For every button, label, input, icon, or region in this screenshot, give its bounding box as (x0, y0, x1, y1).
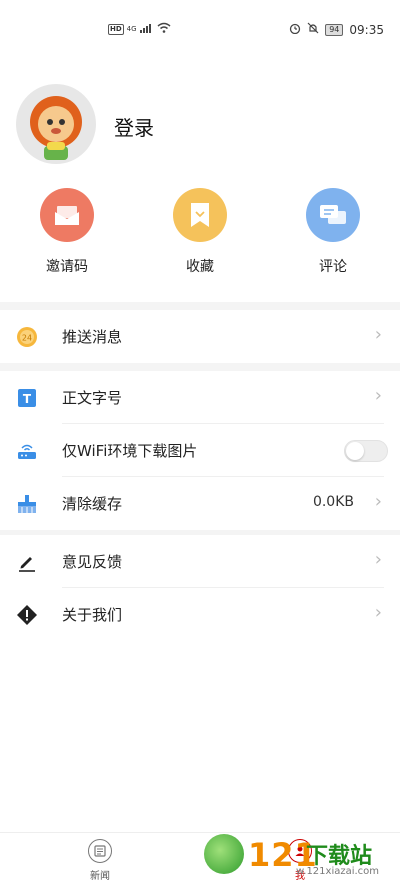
mute-bell-icon (307, 22, 319, 37)
chevron-right-icon: › (374, 385, 382, 406)
lion-mascot-icon (30, 96, 82, 160)
svg-text:T: T (23, 392, 32, 406)
watermark-url: w.121xiazai.com (296, 866, 380, 877)
menu-about[interactable]: 关于我们 › (0, 588, 400, 641)
menu-push-messages[interactable]: 24 推送消息 › (0, 310, 400, 363)
feedback-label: 意见反馈 (62, 553, 123, 571)
favorites-label: 收藏 (186, 259, 214, 275)
push-messages-label: 推送消息 (62, 328, 123, 346)
font-size-label: 正文字号 (62, 389, 123, 407)
info-diamond-icon (16, 604, 38, 626)
login-label[interactable]: 登录 (114, 112, 154, 141)
text-size-icon: T (16, 387, 38, 409)
chevron-right-icon: › (374, 602, 382, 623)
tab-news[interactable]: 新闻 (70, 839, 130, 882)
chat-icon (306, 188, 360, 242)
pencil-icon (16, 551, 38, 573)
clock: 09:35 (349, 22, 384, 37)
wifi-images-toggle[interactable] (344, 440, 388, 462)
tab-news-label: 新闻 (90, 871, 110, 882)
section-divider (0, 363, 400, 371)
watermark-logo: 121 下载站 w.121xiazai.com (200, 834, 400, 882)
network-type: 4G (126, 25, 137, 33)
comments-label: 评论 (319, 259, 347, 275)
wifi-images-label: 仅WiFi环境下载图片 (62, 442, 198, 460)
chevron-right-icon: › (374, 324, 382, 345)
news-icon (88, 839, 112, 863)
chevron-right-icon: › (374, 549, 382, 570)
profile-header[interactable]: 登录 (16, 84, 384, 166)
status-bar: HD 4G 94 09:35 (0, 0, 400, 58)
avatar[interactable] (16, 84, 96, 164)
quick-invite-code[interactable]: 邀请码 (17, 188, 117, 276)
battery-indicator: 94 (325, 23, 344, 36)
alarm-icon (289, 22, 301, 37)
broom-icon (16, 493, 38, 515)
watermark-circle-icon (204, 834, 244, 874)
svg-text:24: 24 (22, 334, 32, 343)
clear-cache-label: 清除缓存 (62, 495, 123, 513)
status-right: 94 09:35 (289, 22, 384, 37)
bookmark-icon (173, 188, 227, 242)
section-divider (0, 302, 400, 310)
toggle-knob (346, 442, 364, 460)
cache-size-value: 0.0KB (312, 494, 354, 510)
signal-icon (139, 23, 154, 36)
invite-code-label: 邀请码 (46, 259, 88, 275)
push-badge-icon: 24 (16, 326, 38, 348)
menu-clear-cache[interactable]: 清除缓存 0.0KB › (0, 477, 400, 530)
quick-comments[interactable]: 评论 (283, 188, 383, 276)
quick-actions: 邀请码 收藏 评论 (0, 188, 400, 284)
envelope-icon (40, 188, 94, 242)
chevron-right-icon: › (374, 491, 382, 512)
quick-favorites[interactable]: 收藏 (150, 188, 250, 276)
menu-feedback[interactable]: 意见反馈 › (0, 535, 400, 588)
menu-wifi-images: 仅WiFi环境下载图片 (0, 424, 400, 477)
about-label: 关于我们 (62, 606, 123, 624)
menu-font-size[interactable]: T 正文字号 › (0, 371, 400, 424)
wifi-icon (157, 22, 171, 36)
hd-indicator: HD (108, 23, 124, 35)
router-icon (16, 440, 38, 462)
status-left: HD 4G (108, 22, 171, 36)
